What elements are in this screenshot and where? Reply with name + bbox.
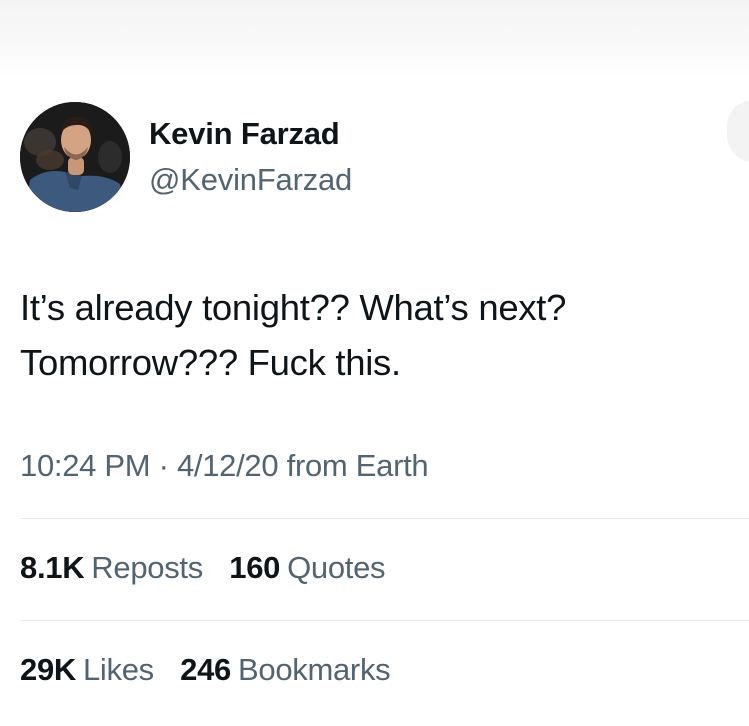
faded-corner-element <box>727 100 749 162</box>
bookmarks-label: Bookmarks <box>238 652 391 687</box>
divider <box>20 518 749 519</box>
stats-row: 8.1K Reposts 160 Quotes <box>20 550 403 586</box>
likes-stat[interactable]: 29K Likes <box>20 652 154 688</box>
tweet-screenshot: Kevin Farzad @KevinFarzad It’s already t… <box>0 0 749 726</box>
tweet-text-line: Tomorrow??? Fuck this. <box>20 342 401 383</box>
avatar-photo <box>20 102 130 212</box>
quotes-label: Quotes <box>287 550 386 585</box>
tweet-time[interactable]: 10:24 PM <box>20 448 151 483</box>
tweet-text-line: It’s already tonight?? What’s next? <box>20 287 567 328</box>
tweet-date[interactable]: 4/12/20 <box>177 448 279 483</box>
top-blurred-area <box>0 0 749 78</box>
reposts-label: Reposts <box>91 550 203 585</box>
author-display-name[interactable]: Kevin Farzad <box>149 116 340 152</box>
author-handle[interactable]: @KevinFarzad <box>149 162 352 198</box>
quotes-stat[interactable]: 160 Quotes <box>229 550 385 586</box>
quotes-count: 160 <box>229 550 281 585</box>
bookmarks-count: 246 <box>180 652 231 687</box>
reposts-count: 8.1K <box>20 550 85 585</box>
stats-row: 29K Likes 246 Bookmarks <box>20 652 408 688</box>
likes-label: Likes <box>82 652 154 687</box>
bookmarks-stat[interactable]: 246 Bookmarks <box>180 652 390 688</box>
author-avatar[interactable] <box>20 102 130 212</box>
tweet-meta: 10:24 PM · 4/12/20 from Earth <box>20 448 429 484</box>
tweet-source: from Earth <box>286 448 429 483</box>
divider <box>20 620 749 621</box>
tweet-text: It’s already tonight?? What’s next? Tomo… <box>20 280 720 390</box>
meta-separator: · <box>158 448 169 483</box>
likes-count: 29K <box>20 652 76 687</box>
reposts-stat[interactable]: 8.1K Reposts <box>20 550 203 586</box>
